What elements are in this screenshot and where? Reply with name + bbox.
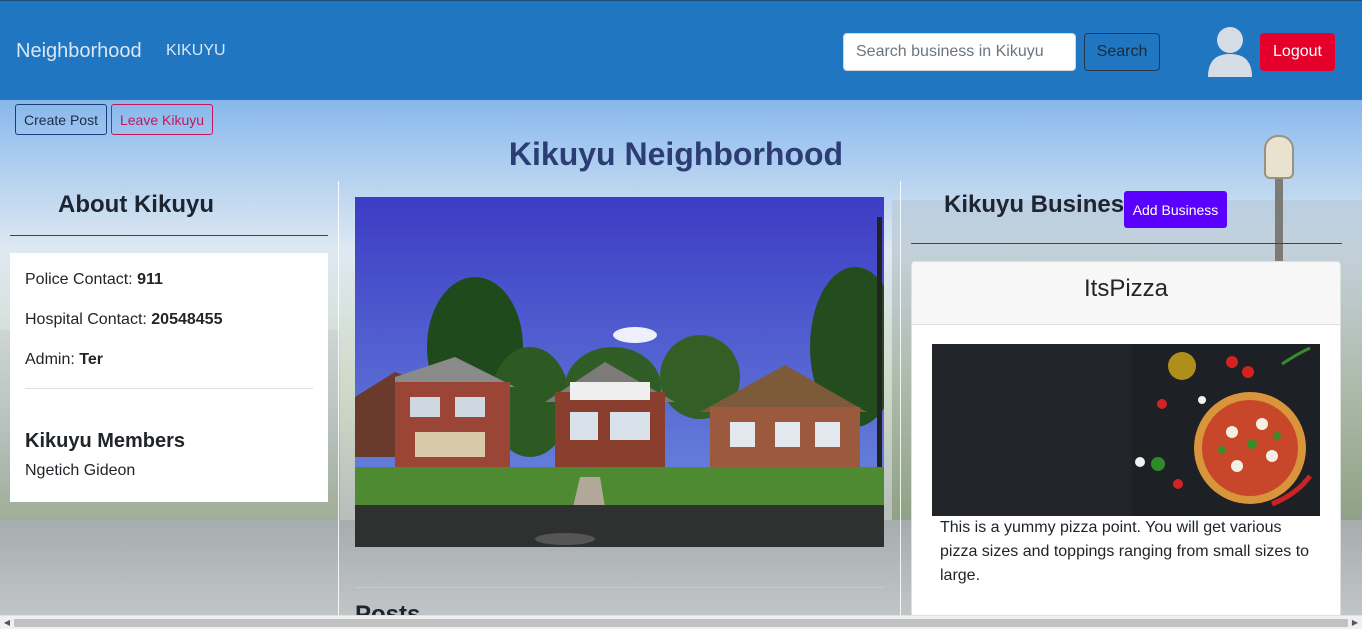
arrow-left-icon[interactable]: ◀ — [2, 618, 12, 628]
column-divider-left — [338, 181, 339, 615]
search-button[interactable]: Search — [1084, 33, 1160, 71]
logout-button[interactable]: Logout — [1260, 33, 1335, 71]
brand-link[interactable]: Neighborhood — [16, 40, 142, 63]
user-avatar-icon[interactable] — [1206, 25, 1254, 77]
nav-link-kikuyu[interactable]: KIKUYU — [166, 42, 226, 60]
police-contact: Police Contact: 911 — [25, 271, 163, 289]
page-title: Kikuyu Neighborhood — [508, 136, 844, 172]
card-divider — [25, 388, 313, 389]
police-contact-label: Police Contact: — [25, 271, 138, 288]
business-name: ItsPizza — [912, 262, 1340, 325]
column-divider-right — [900, 181, 901, 615]
hospital-contact-value: 20548455 — [151, 311, 223, 328]
add-business-button[interactable]: Add Business — [1124, 191, 1227, 228]
scrollbar-thumb[interactable] — [14, 619, 1348, 627]
navbar: Neighborhood KIKUYU Search Logout — [0, 0, 1362, 100]
posts-divider — [355, 587, 884, 588]
police-contact-value: 911 — [137, 271, 163, 288]
about-divider — [10, 235, 328, 236]
about-title: About Kikuyu — [58, 191, 214, 218]
hospital-contact-label: Hospital Contact: — [25, 311, 152, 328]
business-description: This is a yummy pizza point. You will ge… — [940, 519, 1310, 584]
neighborhood-image — [355, 197, 884, 547]
horizontal-scrollbar[interactable]: ◀ ▶ — [0, 615, 1362, 629]
hospital-contact: Hospital Contact: 20548455 — [25, 311, 222, 329]
members-title: Kikuyu Members — [25, 430, 186, 452]
about-card: Police Contact: 911 Hospital Contact: 20… — [10, 253, 328, 502]
arrow-right-icon[interactable]: ▶ — [1350, 618, 1360, 628]
leave-neighborhood-button[interactable]: Leave Kikuyu — [111, 104, 213, 135]
create-post-button[interactable]: Create Post — [15, 104, 107, 135]
search-input[interactable] — [843, 33, 1076, 71]
admin-info: Admin: Ter — [25, 351, 103, 369]
business-image — [932, 344, 1320, 516]
business-title: Kikuyu Business — [944, 191, 1138, 218]
business-card: ItsPizza This is a yummy pizza point. Yo… — [911, 261, 1341, 621]
admin-label: Admin: — [25, 351, 80, 368]
business-divider — [911, 243, 1342, 244]
member-item: Ngetich Gideon — [25, 462, 136, 479]
admin-value: Ter — [79, 351, 103, 368]
